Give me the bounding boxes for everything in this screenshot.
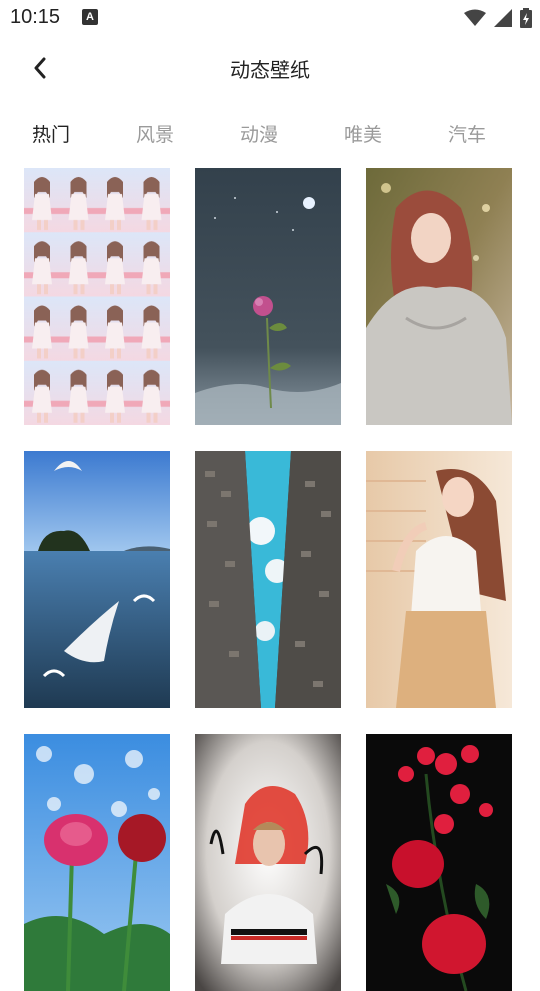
notification-icon: A — [82, 9, 98, 25]
wallpaper-card[interactable] — [195, 168, 341, 425]
tab-hot[interactable]: 热门 — [32, 120, 70, 147]
wallpaper-thumbnail-girl-sweater — [366, 168, 512, 425]
status-time: 10:15 — [10, 6, 61, 28]
wallpaper-thumbnail-flower-night — [195, 168, 341, 425]
signal-icon — [494, 9, 512, 27]
battery-icon — [520, 8, 532, 28]
wallpaper-card[interactable] — [366, 168, 512, 425]
wallpaper-card[interactable] — [195, 734, 341, 991]
wifi-icon — [464, 9, 486, 26]
wallpaper-thumbnail-seagulls — [24, 451, 170, 708]
tab-aesthetic[interactable]: 唯美 — [344, 120, 382, 147]
wallpaper-thumbnail-pink-roses — [24, 734, 170, 991]
page-title: 动态壁纸 — [230, 58, 310, 82]
wallpaper-card[interactable] — [24, 168, 170, 425]
wallpaper-card[interactable] — [366, 451, 512, 708]
app-bar: 动态壁纸 — [0, 36, 540, 100]
tab-cars[interactable]: 汽车 — [448, 120, 486, 147]
category-tabs: 热门 风景 动漫 唯美 汽车 — [0, 108, 540, 158]
wallpaper-thumbnail-red-roses — [366, 734, 512, 991]
wallpaper-thumbnail-girl-tiled — [24, 168, 170, 425]
wallpaper-thumbnail-girl-white-top — [366, 451, 512, 708]
wallpaper-thumbnail-buildings — [195, 451, 341, 708]
tab-scenery[interactable]: 风景 — [136, 120, 174, 147]
tab-anime[interactable]: 动漫 — [240, 120, 278, 147]
wallpaper-thumbnail-footballer — [195, 734, 341, 991]
wallpaper-card[interactable] — [195, 451, 341, 708]
wallpaper-card[interactable] — [24, 451, 170, 708]
status-bar: 10:15 A — [0, 0, 540, 36]
wallpaper-card[interactable] — [366, 734, 512, 991]
wallpaper-card[interactable] — [24, 734, 170, 991]
